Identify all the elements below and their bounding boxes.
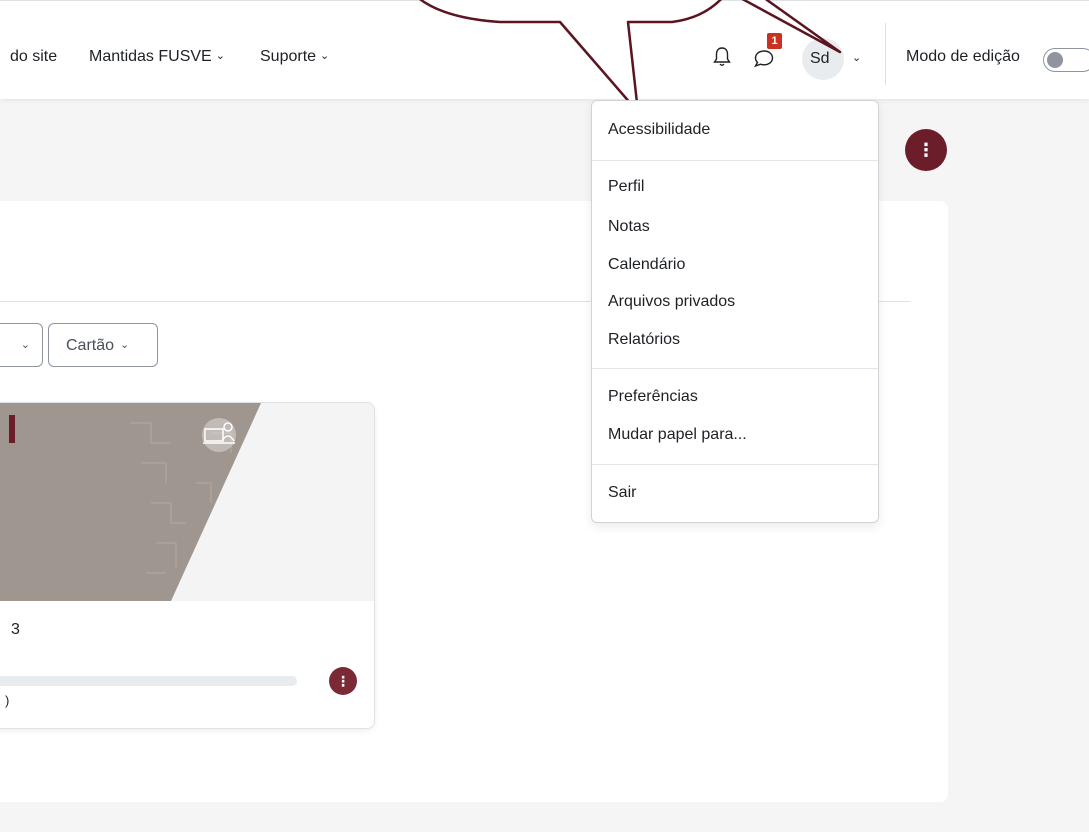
- bell-icon[interactable]: [712, 45, 732, 69]
- edit-mode-toggle[interactable]: [1043, 48, 1089, 72]
- menu-divider: [592, 160, 878, 161]
- menu-item-acessibilidade[interactable]: Acessibilidade: [608, 121, 710, 139]
- course-progress-bar: [0, 676, 297, 686]
- nav-site-link[interactable]: do site: [10, 48, 57, 66]
- user-avatar[interactable]: Sd: [802, 38, 844, 80]
- menu-divider: [592, 368, 878, 369]
- menu-item-mudar-papel[interactable]: Mudar papel para...: [608, 426, 747, 444]
- menu-item-arquivos-privados[interactable]: Arquivos privados: [608, 293, 735, 311]
- filter-dropdown[interactable]: ⌄: [0, 323, 43, 367]
- nav-suporte-menu[interactable]: Suporte ⌄: [260, 48, 329, 66]
- menu-item-perfil[interactable]: Perfil: [608, 178, 644, 196]
- user-menu-dropdown: Acessibilidade Perfil Notas Calendário A…: [591, 100, 879, 523]
- menu-item-relatorios[interactable]: Relatórios: [608, 331, 680, 349]
- page-actions-button[interactable]: ⋮: [905, 129, 947, 171]
- nav-suporte-label: Suporte: [260, 48, 317, 65]
- menu-item-notas[interactable]: Notas: [608, 218, 650, 236]
- chevron-down-icon[interactable]: ⌄: [852, 51, 861, 64]
- chevron-down-icon: ⌄: [20, 339, 30, 351]
- toggle-knob: [1047, 52, 1063, 68]
- chevron-down-icon: ⌄: [320, 50, 330, 62]
- chevron-down-icon: ⌄: [120, 339, 130, 351]
- course-card[interactable]: 3 ) ⋮: [0, 402, 375, 729]
- course-progress-text: ): [5, 693, 10, 708]
- message-count-badge: 1: [767, 33, 782, 49]
- view-mode-dropdown[interactable]: Cartão ⌄: [48, 323, 158, 367]
- course-image[interactable]: [0, 403, 374, 601]
- menu-item-sair[interactable]: Sair: [608, 484, 636, 502]
- course-name[interactable]: 3: [11, 621, 20, 639]
- edit-mode-label: Modo de edição: [906, 48, 1020, 65]
- nav-mantidas-menu[interactable]: Mantidas FUSVE ⌄: [89, 48, 225, 66]
- chat-icon[interactable]: [751, 46, 777, 70]
- menu-item-calendario[interactable]: Calendário: [608, 256, 685, 274]
- menu-item-preferencias[interactable]: Preferências: [608, 388, 698, 406]
- top-navbar: do site Mantidas FUSVE ⌄ Suporte ⌄ 1 Sd ⌄ …: [0, 0, 1089, 99]
- nav-mantidas-label: Mantidas FUSVE: [89, 48, 212, 65]
- online-learning-icon: [202, 418, 236, 452]
- chevron-down-icon: ⌄: [215, 50, 225, 62]
- view-mode-label: Cartão: [66, 337, 115, 354]
- course-actions-button[interactable]: ⋮: [329, 667, 357, 695]
- menu-divider: [592, 464, 878, 465]
- nav-divider: [885, 23, 886, 85]
